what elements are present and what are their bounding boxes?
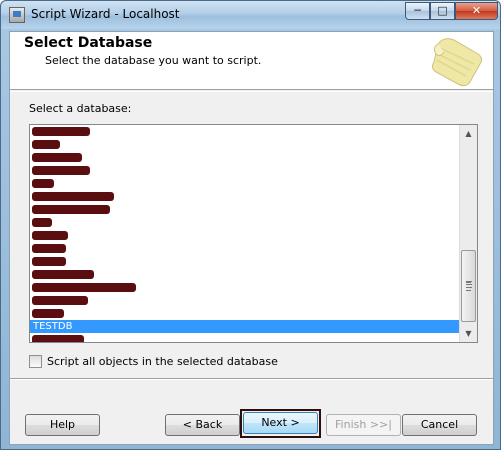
redaction-mark [32, 205, 110, 214]
wizard-header: Select Database Select the database you … [10, 32, 493, 90]
redaction-mark [32, 140, 60, 149]
redaction-mark [32, 296, 88, 305]
scroll-down-arrow-icon[interactable]: ▼ [460, 325, 477, 342]
redaction-mark [32, 335, 84, 342]
scroll-up-arrow-icon[interactable]: ▲ [460, 125, 477, 142]
database-list-item[interactable] [30, 164, 459, 177]
redaction-mark [32, 270, 94, 279]
scrollbar-thumb[interactable] [461, 250, 476, 322]
database-list-item[interactable] [30, 229, 459, 242]
database-list-item[interactable] [30, 307, 459, 320]
database-list-item[interactable] [30, 281, 459, 294]
redaction-mark [32, 127, 90, 136]
database-list-item[interactable] [30, 125, 459, 138]
minimize-button[interactable]: ─ [405, 2, 430, 20]
back-button[interactable]: < Back [165, 414, 240, 436]
select-database-label: Select a database: [29, 102, 132, 115]
database-list-item[interactable] [30, 151, 459, 164]
redaction-mark [32, 283, 136, 292]
app-icon [9, 7, 25, 23]
database-name: TESTDB [33, 321, 73, 332]
redaction-mark [32, 218, 52, 227]
scroll-icon [431, 38, 483, 87]
finish-button[interactable]: Finish >>| [326, 414, 401, 436]
redaction-mark [32, 244, 66, 253]
database-list-item[interactable] [30, 242, 459, 255]
redaction-mark [32, 309, 64, 318]
database-list-item[interactable] [30, 294, 459, 307]
script-wizard-window: Script Wizard - Localhost ─ □ ✕ Select D… [0, 0, 501, 450]
database-list-item[interactable] [30, 216, 459, 229]
page-subtitle: Select the database you want to script. [45, 54, 262, 67]
redaction-mark [32, 192, 114, 201]
grip-line [466, 284, 472, 285]
redaction-mark [32, 153, 82, 162]
title-bar[interactable]: Script Wizard - Localhost ─ □ ✕ [1, 1, 500, 29]
database-list: TESTDB [30, 125, 459, 342]
redaction-mark [32, 179, 54, 188]
grip-line [466, 287, 472, 288]
cancel-button[interactable]: Cancel [402, 414, 477, 436]
redaction-mark [32, 257, 66, 266]
database-listbox[interactable]: TESTDB ▲ ▼ [29, 124, 478, 343]
vertical-scrollbar[interactable]: ▲ ▼ [459, 125, 477, 342]
database-list-item[interactable] [30, 203, 459, 216]
header-divider [10, 91, 493, 92]
database-list-item[interactable]: TESTDB [30, 320, 459, 333]
wizard-body: Select Database Select the database you … [9, 31, 494, 445]
grip-line [466, 281, 472, 282]
database-list-item[interactable] [30, 138, 459, 151]
script-all-label[interactable]: Script all objects in the selected datab… [47, 355, 278, 368]
next-button[interactable]: Next > [243, 412, 318, 434]
help-button[interactable]: Help [25, 414, 100, 436]
database-list-item[interactable] [30, 255, 459, 268]
redaction-mark [32, 231, 68, 240]
page-title: Select Database [24, 35, 153, 51]
script-all-checkbox[interactable] [29, 355, 42, 368]
footer-divider [10, 378, 493, 380]
close-button[interactable]: ✕ [455, 2, 498, 20]
database-list-item[interactable] [30, 333, 459, 342]
redaction-mark [32, 166, 90, 175]
maximize-button[interactable]: □ [430, 2, 455, 20]
database-list-item[interactable] [30, 268, 459, 281]
window-title: Script Wizard - Localhost [31, 7, 180, 21]
database-list-item[interactable] [30, 177, 459, 190]
database-list-item[interactable] [30, 190, 459, 203]
